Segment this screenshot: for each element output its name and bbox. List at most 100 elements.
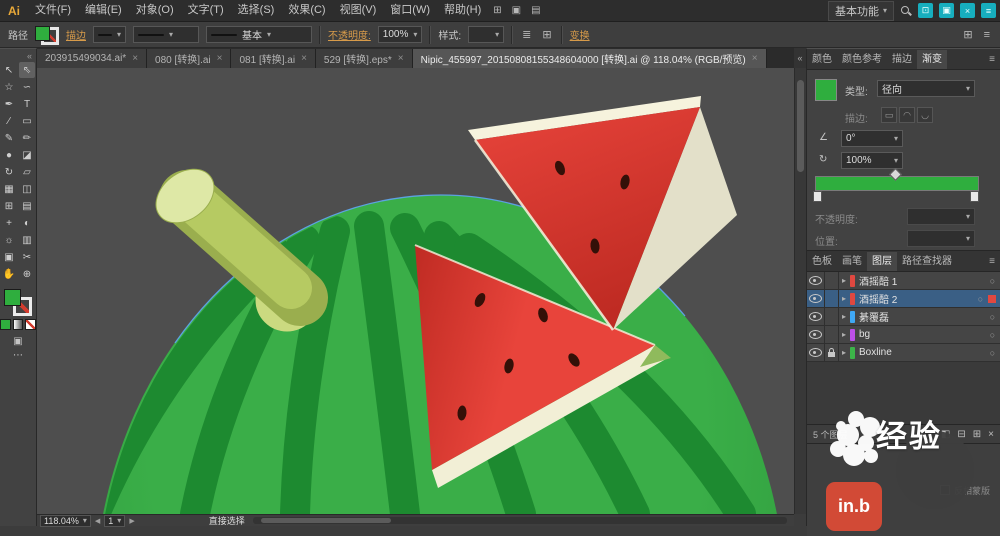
horizontal-scrollbar[interactable] [252, 517, 787, 524]
expand-icon[interactable]: ▸ [839, 294, 849, 303]
new-layer-icon[interactable]: ⊞ [973, 429, 981, 440]
menu-type[interactable]: 文字(T) [181, 0, 231, 21]
draw-mode-icon[interactable]: ▣ [13, 336, 22, 347]
document-tab[interactable]: 203915499034.ai* × [37, 49, 148, 68]
stop-position-input[interactable]: ▾ [907, 230, 975, 247]
vertical-scroll-thumb[interactable] [797, 80, 804, 172]
panel-menu-icon[interactable]: ≡ [984, 256, 1000, 267]
layer-name[interactable]: 酒摇醅 2 [859, 291, 973, 306]
menu-help[interactable]: 帮助(H) [437, 0, 488, 21]
document-tab[interactable]: 080 [转换].ai × [147, 49, 232, 68]
layer-row[interactable]: ▸ Boxline ○ [807, 344, 1000, 362]
recolor-artwork-icon[interactable]: ≣ [520, 28, 533, 41]
layer-row[interactable]: ▸ 酒摇醅 1 ○ [807, 272, 1000, 290]
invert-mask-checkbox[interactable]: 反相蒙版 [939, 484, 990, 497]
stroke-along-icon[interactable]: ◠ [899, 107, 915, 123]
layer-row[interactable]: ▸ bg ○ [807, 326, 1000, 344]
lock-toggle[interactable] [825, 290, 839, 307]
tab-color[interactable]: 颜色 [807, 50, 837, 69]
layer-name[interactable]: bg [859, 329, 985, 340]
menu-edit[interactable]: 编辑(E) [78, 0, 129, 21]
layer-name[interactable]: 酒摇醅 1 [859, 273, 985, 288]
stop-opacity-input[interactable]: ▾ [907, 208, 975, 225]
width-profile-dropdown[interactable]: ▾ [133, 26, 200, 43]
search-icon[interactable] [900, 5, 912, 17]
menu-select[interactable]: 选择(S) [231, 0, 282, 21]
fill-stroke-indicator[interactable] [4, 289, 32, 316]
lock-toggle[interactable] [825, 308, 839, 325]
app-logo[interactable]: Ai [4, 4, 28, 18]
lock-toggle[interactable] [825, 326, 839, 343]
menu-effect[interactable]: 效果(C) [281, 0, 332, 21]
tab-color-guide[interactable]: 颜色参考 [837, 50, 887, 69]
visibility-toggle[interactable] [807, 326, 825, 343]
gradient-type-dropdown[interactable]: 径向 ▾ [877, 80, 975, 97]
visibility-toggle[interactable] [807, 272, 825, 289]
close-icon[interactable]: × [132, 53, 138, 64]
selection-indicator[interactable] [988, 294, 996, 303]
gradient-scale-input[interactable]: 100% ▾ [841, 152, 903, 169]
line-tool[interactable]: ∕ [1, 113, 17, 129]
gradient-stop-left[interactable] [813, 191, 822, 202]
visibility-toggle[interactable] [807, 308, 825, 325]
document-tab-active[interactable]: Nipic_455997_20150808155348604000 [转换].a… [412, 49, 767, 68]
prev-artboard-button[interactable]: ◀ [95, 517, 100, 525]
next-artboard-button[interactable]: ▶ [129, 517, 134, 525]
stroke-weight-dropdown[interactable]: ▾ [93, 26, 127, 43]
hand-tool[interactable]: ✋ [1, 266, 17, 282]
zoom-tool[interactable]: ⊕ [19, 266, 35, 282]
menu-file[interactable]: 文件(F) [28, 0, 78, 21]
style-dropdown[interactable]: ▾ [468, 26, 505, 43]
menu-object[interactable]: 对象(O) [129, 0, 181, 21]
artwork[interactable] [37, 68, 794, 514]
artboard-navigation[interactable]: 1 ▾ [104, 514, 126, 527]
visibility-toggle[interactable] [807, 344, 825, 361]
opacity-link[interactable]: 不透明度: [328, 27, 371, 42]
artboard-tool[interactable]: ▣ [1, 249, 17, 265]
menu-window[interactable]: 窗口(W) [383, 0, 437, 21]
gradient-tool[interactable]: ▤ [19, 198, 35, 214]
direct-selection-tool[interactable]: ⇖ [19, 62, 35, 78]
paintbrush-tool[interactable]: ✎ [1, 130, 17, 146]
slice-tool[interactable]: ✂ [19, 249, 35, 265]
expand-icon[interactable]: ▸ [839, 348, 849, 357]
type-tool[interactable]: T [19, 96, 35, 112]
gradient-stop-right[interactable] [970, 191, 979, 202]
close-icon[interactable]: × [217, 53, 223, 64]
lock-toggle[interactable] [825, 344, 839, 361]
layer-row-selected[interactable]: ▸ 酒摇醅 2 ○ [807, 290, 1000, 308]
shape-builder-tool[interactable]: ◫ [19, 181, 35, 197]
brush-definition-dropdown[interactable]: 基本 ▾ [206, 26, 313, 43]
close-icon[interactable]: × [301, 53, 307, 64]
scale-tool[interactable]: ▱ [19, 164, 35, 180]
panel-menu-icon[interactable]: ≡ [984, 54, 1000, 65]
collapse-dock-icon[interactable]: « [794, 48, 806, 69]
checkbox-icon[interactable] [939, 485, 950, 495]
close-icon[interactable]: × [752, 53, 758, 64]
menu-view[interactable]: 视图(V) [333, 0, 384, 21]
target-icon[interactable]: ○ [985, 312, 1000, 322]
gradient-button[interactable] [12, 319, 24, 330]
capture-menu-icon[interactable]: ≡ [981, 3, 996, 18]
tab-stroke[interactable]: 描边 [887, 50, 917, 69]
layer-name[interactable]: 綦覆磊 [859, 309, 985, 324]
stroke-within-icon[interactable]: ▭ [881, 107, 897, 123]
artboard-canvas[interactable] [37, 68, 794, 514]
collapse-toolbar-icon[interactable]: « [0, 49, 36, 62]
rectangle-tool[interactable]: ▭ [19, 113, 35, 129]
arrange-documents-icon[interactable]: ▣ [507, 5, 526, 16]
vertical-scrollbar[interactable] [794, 68, 806, 514]
fill-stroke-swatches[interactable] [35, 25, 59, 45]
fill-swatch[interactable] [35, 25, 50, 41]
zoom-level-dropdown[interactable]: 118.04% ▾ [40, 514, 91, 527]
close-icon[interactable]: × [398, 53, 404, 64]
capture-close-icon[interactable]: × [960, 3, 975, 18]
align-panel-icon[interactable]: ⊞ [540, 28, 553, 41]
gradient-swatch[interactable] [815, 79, 837, 101]
capture-window-icon[interactable]: ▣ [939, 3, 954, 18]
tab-pathfinder[interactable]: 路径查找器 [897, 252, 957, 271]
visibility-toggle[interactable] [807, 290, 825, 307]
mesh-tool[interactable]: ⊞ [1, 198, 17, 214]
horizontal-scroll-thumb[interactable] [260, 518, 391, 523]
none-button[interactable] [25, 319, 37, 330]
